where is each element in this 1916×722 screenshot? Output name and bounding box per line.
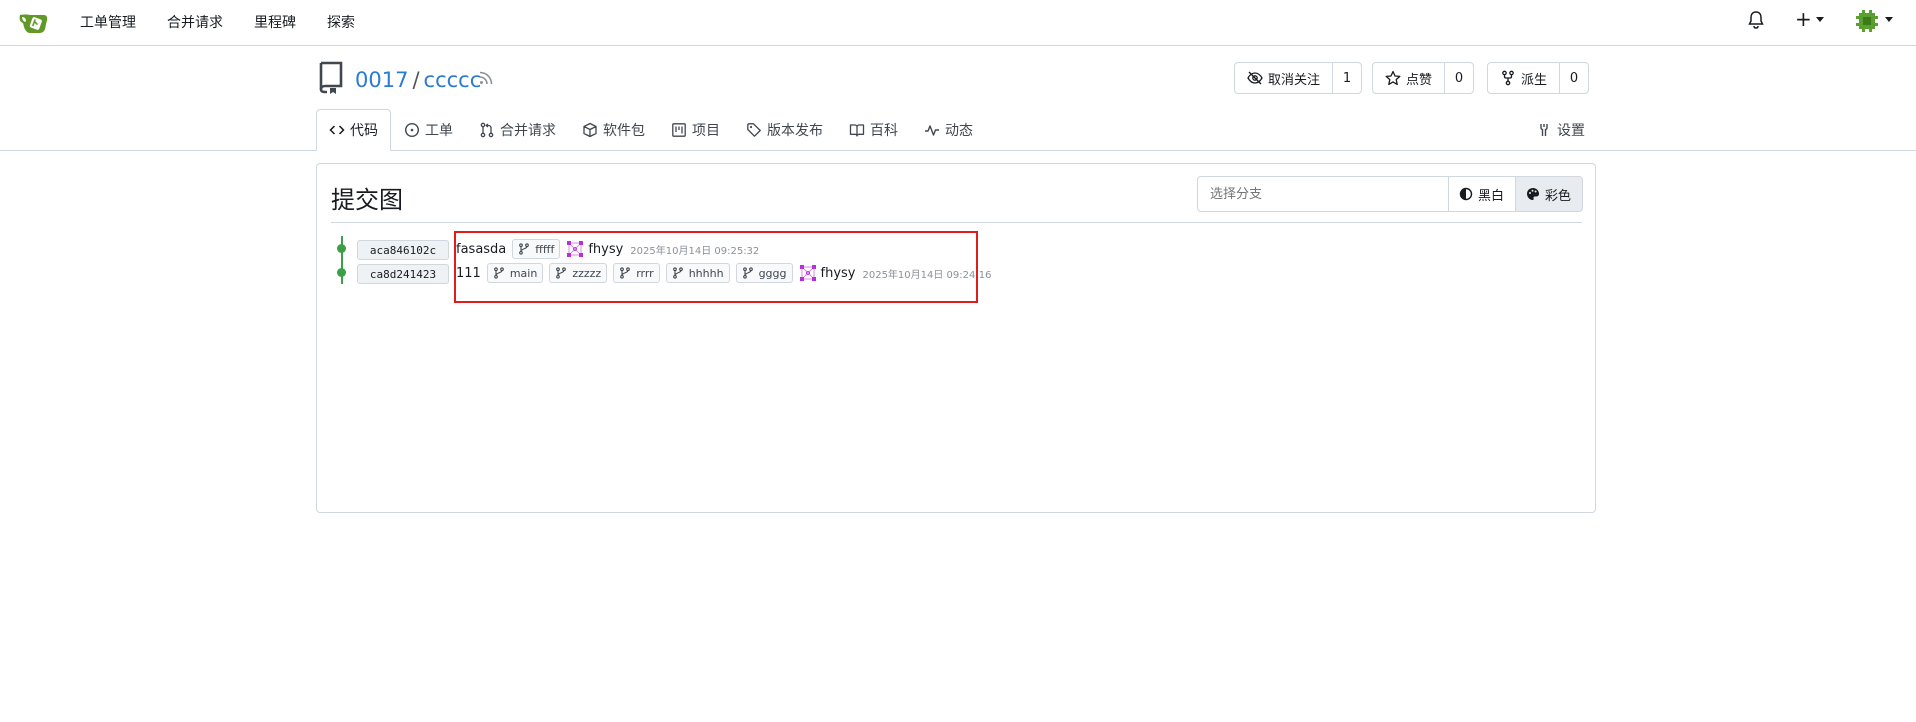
tab-wiki-label: 百科 — [870, 123, 898, 139]
highlight-annotation-box — [454, 231, 978, 303]
tab-code[interactable]: 代码 — [316, 109, 391, 151]
pull-request-icon — [480, 122, 494, 138]
gitea-logo-icon[interactable] — [18, 9, 50, 37]
page-title: 提交图 — [331, 186, 403, 214]
mode-monochrome-label: 黑白 — [1478, 188, 1505, 204]
code-icon — [329, 125, 345, 135]
repo-separator: / — [412, 68, 420, 92]
tab-packages[interactable]: 软件包 — [582, 109, 645, 151]
repo-title: 0017/ccccc — [355, 66, 481, 94]
nav-explore[interactable]: 探索 — [327, 12, 355, 32]
commit-graph-panel: 提交图 黑白 彩色 — [316, 163, 1596, 513]
book-icon — [849, 124, 865, 137]
tab-projects-label: 项目 — [692, 123, 720, 139]
tab-issues-label: 工单 — [425, 123, 453, 139]
branch-select-input[interactable] — [1197, 176, 1449, 212]
chevron-down-icon[interactable] — [1816, 17, 1824, 22]
star-count[interactable]: 0 — [1445, 63, 1473, 93]
nav-issues[interactable]: 工单管理 — [80, 12, 136, 32]
mode-color-button[interactable]: 彩色 — [1515, 176, 1583, 212]
mode-color-label: 彩色 — [1545, 188, 1572, 204]
commit-sha-button[interactable]: ca8d241423 — [357, 264, 449, 284]
nav-milestones[interactable]: 里程碑 — [254, 12, 296, 32]
commit-sha-button[interactable]: aca846102c — [357, 240, 449, 260]
unwatch-button[interactable]: 取消关注 — [1235, 63, 1334, 93]
eye-closed-icon — [1247, 71, 1263, 85]
star-button[interactable]: 点赞 — [1373, 63, 1446, 93]
tab-packages-label: 软件包 — [603, 123, 645, 139]
chevron-down-icon[interactable] — [1885, 17, 1893, 22]
tab-releases-label: 版本发布 — [767, 123, 823, 139]
tab-pulls-label: 合并请求 — [500, 123, 556, 139]
tool-icon — [1540, 124, 1548, 136]
pulse-icon — [925, 125, 939, 136]
tab-projects[interactable]: 项目 — [671, 109, 720, 151]
bell-icon[interactable] — [1745, 9, 1767, 31]
top-navbar: 工单管理 合并请求 里程碑 探索 + — [0, 0, 1916, 46]
fork-group: 派生 0 — [1487, 62, 1590, 94]
tab-code-label: 代码 — [350, 123, 378, 139]
star-label: 点赞 — [1406, 72, 1433, 88]
fork-icon — [1502, 70, 1514, 86]
tab-activity-label: 动态 — [945, 123, 973, 139]
unwatch-group: 取消关注 1 — [1234, 62, 1363, 94]
star-icon — [1385, 70, 1401, 86]
watch-count[interactable]: 1 — [1333, 63, 1361, 93]
fork-count[interactable]: 0 — [1560, 63, 1588, 93]
tab-releases[interactable]: 版本发布 — [746, 109, 823, 151]
star-group: 点赞 0 — [1372, 62, 1475, 94]
package-icon — [583, 122, 597, 138]
fork-button[interactable]: 派生 — [1488, 63, 1561, 93]
repo-owner-link[interactable]: 0017 — [355, 68, 408, 92]
user-avatar-icon[interactable] — [1854, 8, 1880, 34]
tab-pulls[interactable]: 合并请求 — [479, 109, 556, 151]
tab-activity[interactable]: 动态 — [924, 109, 973, 151]
rss-icon[interactable] — [478, 70, 494, 86]
repo-name-link[interactable]: ccccc — [424, 68, 482, 92]
tab-issues[interactable]: 工单 — [404, 109, 453, 151]
project-icon — [672, 123, 686, 137]
graph-commit-dot — [337, 268, 346, 277]
repo-icon — [319, 61, 343, 94]
tab-settings[interactable]: 设置 — [1536, 109, 1585, 151]
tab-wiki[interactable]: 百科 — [849, 109, 898, 151]
title-divider — [331, 222, 1582, 223]
issue-icon — [404, 122, 420, 138]
nav-pulls[interactable]: 合并请求 — [167, 12, 223, 32]
mode-monochrome-button[interactable]: 黑白 — [1448, 176, 1516, 212]
unwatch-label: 取消关注 — [1268, 72, 1321, 88]
tab-settings-label: 设置 — [1557, 123, 1585, 139]
fork-label: 派生 — [1521, 72, 1548, 88]
create-new-button[interactable]: + — [1795, 8, 1812, 30]
tag-icon — [747, 123, 761, 137]
palette-icon — [1527, 188, 1539, 200]
graph-commit-dot — [337, 244, 346, 253]
contrast-icon — [1459, 187, 1473, 201]
